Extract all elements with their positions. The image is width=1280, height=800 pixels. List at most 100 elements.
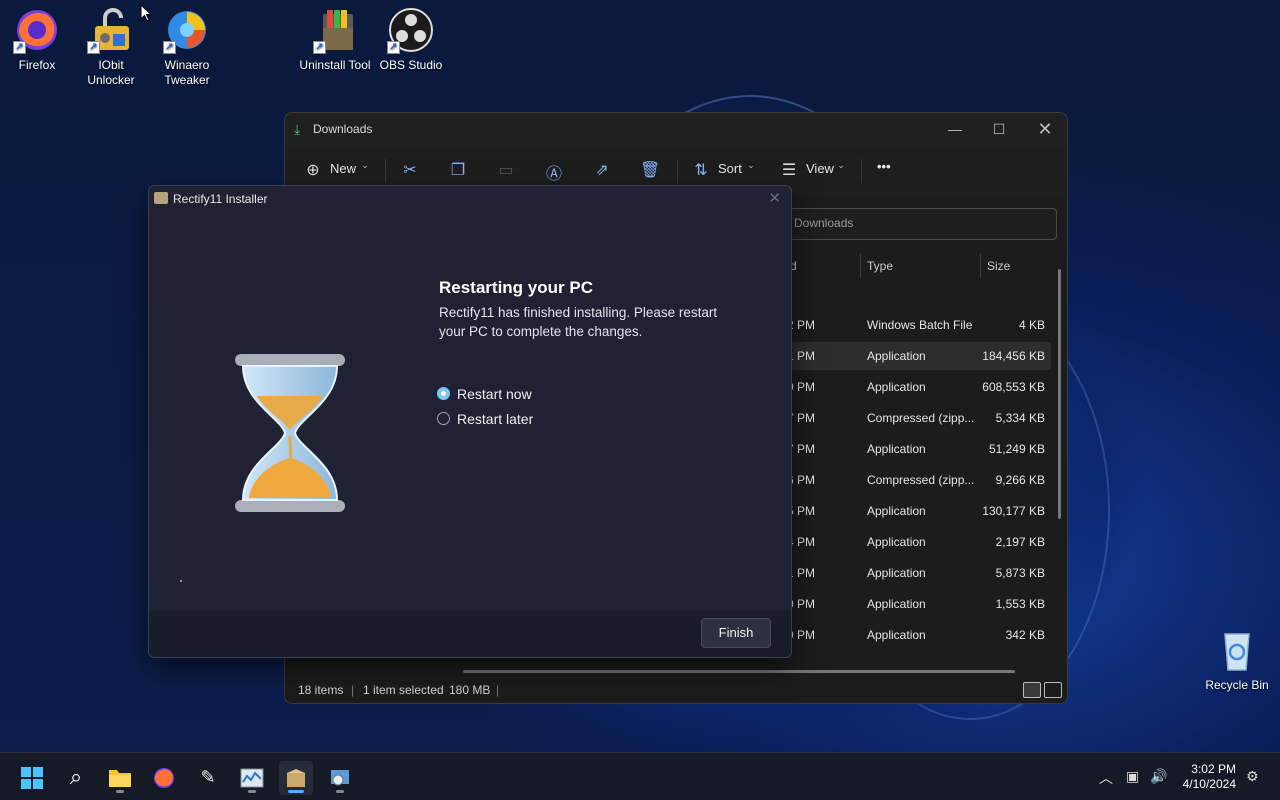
file-type: Application xyxy=(867,504,926,518)
installer-dialog[interactable]: Rectify11 Installer ✕ Restarting your PC… xyxy=(148,185,792,658)
running-indicator xyxy=(336,790,344,793)
status-divider: | xyxy=(351,683,355,697)
taskbar-task-manager[interactable] xyxy=(235,761,269,795)
paste-icon[interactable]: ▭ xyxy=(496,160,516,180)
search-icon: ⌕ xyxy=(69,764,83,789)
search-button[interactable]: ⌕ xyxy=(59,761,93,795)
file-type: Application xyxy=(867,380,926,394)
file-type: Application xyxy=(867,442,926,456)
recycle-bin-icon xyxy=(1213,626,1261,674)
winaero-tweaker-icon: ✎ xyxy=(200,767,216,787)
column-header-type[interactable]: Type xyxy=(867,259,893,273)
cut-icon[interactable]: ✂ xyxy=(400,160,420,180)
running-indicator xyxy=(116,790,124,793)
desktop-icon-label: Recycle Bin xyxy=(1205,678,1269,692)
shortcut-arrow-icon: ↗ xyxy=(87,41,100,54)
tiles-view-button[interactable] xyxy=(1044,682,1062,698)
radio-label[interactable]: Restart now xyxy=(457,386,532,402)
file-type: Windows Batch File xyxy=(867,318,973,332)
taskbar-winaero-tweaker[interactable]: ✎ xyxy=(191,761,225,795)
file-size: 184,456 KB xyxy=(982,349,1045,363)
clock[interactable]: 3:02 PM 4/10/2024 xyxy=(1183,762,1236,792)
finish-button[interactable]: Finish xyxy=(701,618,771,648)
desktop-icon-iobit-unlocker[interactable]: ↗ IObit Unlocker xyxy=(73,0,149,88)
taskbar-file-explorer[interactable] xyxy=(103,761,137,795)
vertical-scrollbar[interactable] xyxy=(1058,269,1061,519)
chevron-down-icon: ⌄ xyxy=(837,160,845,170)
radio-label[interactable]: Restart later xyxy=(457,411,533,427)
desktop-icon-obs-studio[interactable]: ↗ OBS Studio xyxy=(373,0,449,73)
download-icon: ⤓ xyxy=(294,121,301,137)
shortcut-arrow-icon: ↗ xyxy=(13,41,26,54)
firefox-icon xyxy=(154,768,174,788)
close-icon[interactable]: ✕ xyxy=(768,189,781,207)
mouse-cursor-icon xyxy=(140,4,152,22)
taskbar-rectify11-installer[interactable] xyxy=(279,761,313,795)
column-separator[interactable] xyxy=(980,253,981,277)
desktop-icon-firefox[interactable]: ↗ Firefox xyxy=(0,0,75,73)
installer-footer: Finish xyxy=(149,611,791,657)
clock-date: 4/10/2024 xyxy=(1182,777,1236,791)
desktop-icon-winaero-tweaker[interactable]: ↗ Winaero Tweaker xyxy=(149,0,225,88)
volume-icon[interactable]: 🔊 xyxy=(1150,768,1167,785)
close-button[interactable]: ✕ xyxy=(1023,118,1067,142)
sort-icon[interactable]: ⇅ xyxy=(691,160,711,180)
view-icon[interactable]: ☰ xyxy=(779,160,799,180)
file-type: Compressed (zipp... xyxy=(867,411,975,425)
delete-icon[interactable]: 🗑 xyxy=(640,160,660,180)
maximize-button[interactable]: ☐ xyxy=(977,118,1021,142)
new-button[interactable]: New xyxy=(330,161,356,176)
start-button[interactable] xyxy=(15,761,49,795)
details-view-button[interactable] xyxy=(1023,682,1041,698)
status-divider: | xyxy=(496,683,500,697)
share-icon[interactable]: ⇗ xyxy=(592,160,612,180)
taskbar-control-panel[interactable] xyxy=(323,761,357,795)
rename-icon[interactable]: Ⓐ xyxy=(544,160,564,183)
shortcut-arrow-icon: ↗ xyxy=(163,41,176,54)
copy-icon[interactable]: ❐ xyxy=(448,160,468,180)
firefox-icon: ↗ xyxy=(13,6,61,54)
shortcut-arrow-icon: ↗ xyxy=(387,41,400,54)
installer-message: Rectify11 has finished installing. Pleas… xyxy=(439,305,718,339)
file-size: 1,553 KB xyxy=(995,597,1045,611)
address-bar[interactable]: Downloads xyxy=(785,208,1057,240)
network-icon[interactable]: ▣ xyxy=(1126,768,1139,785)
desktop-icon-label: IObit Unlocker xyxy=(87,58,135,87)
minimize-button[interactable]: — xyxy=(933,118,977,142)
file-size: 2,197 KB xyxy=(995,535,1045,549)
taskbar-firefox[interactable] xyxy=(147,761,181,795)
sort-button[interactable]: Sort xyxy=(718,161,742,176)
explorer-title: Downloads xyxy=(313,122,373,136)
active-indicator xyxy=(288,790,304,793)
desktop-icon-recycle-bin[interactable]: Recycle Bin xyxy=(1199,620,1275,693)
file-explorer-icon xyxy=(109,770,131,787)
file-size: 5,334 KB xyxy=(995,411,1045,425)
column-separator[interactable] xyxy=(860,253,861,277)
chevron-down-icon: ⌄ xyxy=(747,160,755,170)
notifications-icon[interactable]: ⚙ xyxy=(1246,768,1259,785)
status-bar: 18 items | 1 item selected 180 MB | xyxy=(285,677,1067,703)
running-indicator xyxy=(248,790,256,793)
taskbar: ⌕ ✎ ︿ ▣ 🔊 3:02 PM 4/10/2024 ⚙ xyxy=(0,752,1280,800)
toolbar-separator xyxy=(677,159,678,183)
rectify11-installer-icon xyxy=(287,769,305,787)
file-size: 342 KB xyxy=(1005,628,1045,642)
explorer-titlebar[interactable]: ⤓ Downloads — ☐ ✕ xyxy=(285,113,1067,147)
desktop-icon-label: Firefox xyxy=(18,58,56,72)
shortcut-arrow-icon: ↗ xyxy=(313,41,326,54)
radio-checked[interactable] xyxy=(437,387,450,400)
installer-titlebar[interactable]: Rectify11 Installer ✕ xyxy=(149,186,791,212)
chevron-up-icon[interactable]: ︿ xyxy=(1099,768,1113,788)
file-size: 130,177 KB xyxy=(982,504,1045,518)
new-icon[interactable]: ⊕ xyxy=(303,160,323,180)
uninstall-tool-icon: ↗ xyxy=(313,6,361,54)
radio-unchecked[interactable] xyxy=(437,412,450,425)
desktop-icon-uninstall-tool[interactable]: ↗ Uninstall Tool xyxy=(299,0,375,73)
more-options-button[interactable]: ••• xyxy=(877,159,891,174)
column-header-size[interactable]: Size xyxy=(987,259,1010,273)
installer-heading: Restarting your PC xyxy=(439,278,593,297)
selection-size: 180 MB xyxy=(449,683,491,697)
view-button[interactable]: View xyxy=(806,161,834,176)
horizontal-scrollbar[interactable] xyxy=(463,670,1015,673)
desktop-icon-label: Uninstall Tool xyxy=(299,58,371,72)
